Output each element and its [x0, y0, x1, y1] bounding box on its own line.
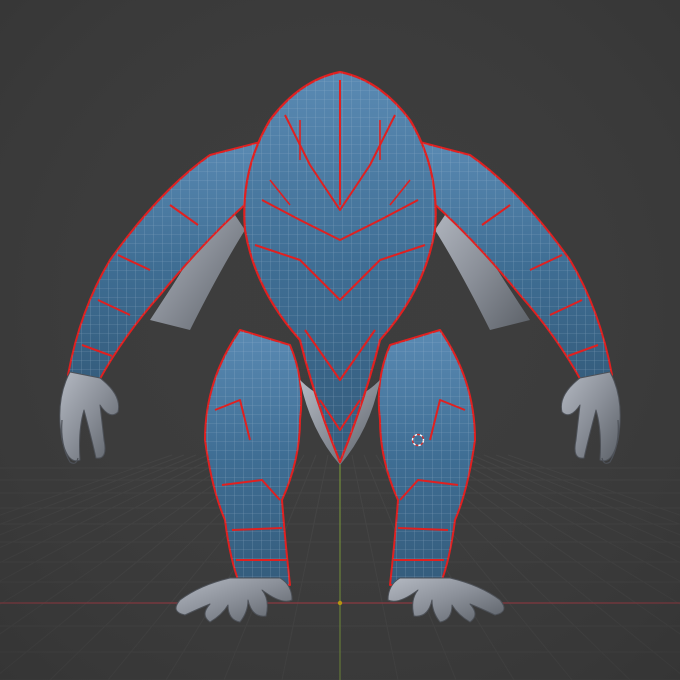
viewport-canvas[interactable]	[0, 0, 680, 680]
3d-viewport[interactable]	[0, 0, 680, 680]
